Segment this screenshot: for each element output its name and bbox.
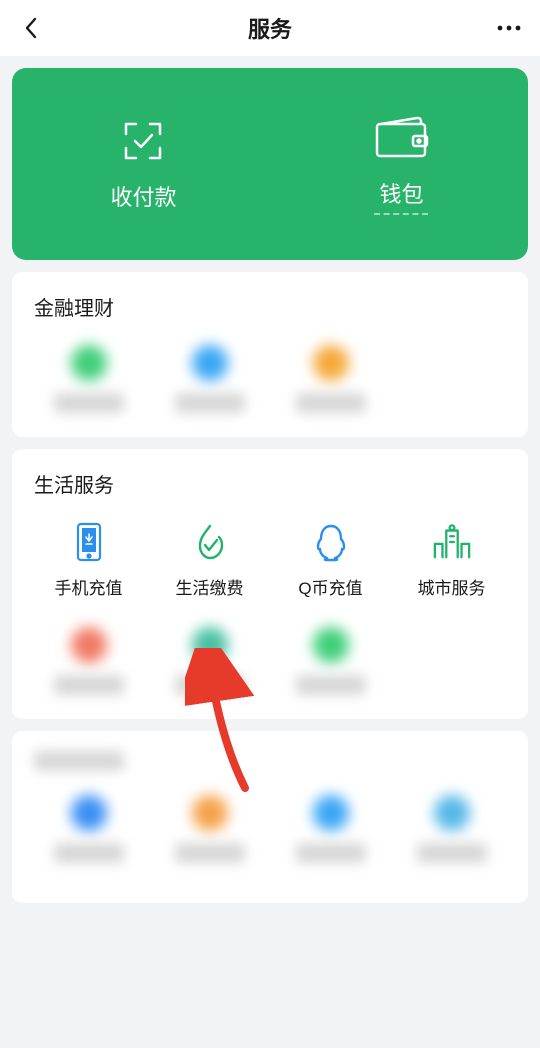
blurred-label [54,393,124,413]
blurred-label [175,393,245,413]
city-services-button[interactable]: 城市服务 [402,522,502,599]
bottom-item-blurred[interactable] [39,795,139,863]
life-item-blurred[interactable] [39,627,139,695]
finance-item-blurred [402,345,502,413]
blurred-icon [313,627,349,663]
blurred-label [175,843,245,863]
pay-receive-label: 收付款 [110,180,176,212]
life-item-blurred[interactable] [281,627,381,695]
blurred-label [34,751,124,771]
blurred-label [296,675,366,695]
header-bar: 服务 [0,0,540,56]
pay-receive-button[interactable]: 收付款 [110,116,176,212]
city-buildings-icon [432,522,472,562]
more-icon[interactable] [494,25,524,31]
blurred-icon [434,795,470,831]
life-item-blurred[interactable] [160,627,260,695]
qcoin-topup-label: Q币充值 [298,574,362,599]
blurred-label [296,393,366,413]
blurred-label [296,843,366,863]
blurred-label [175,675,245,695]
blurred-icon [313,795,349,831]
qq-penguin-icon [311,522,351,562]
wallet-underline [374,213,428,215]
utility-bills-button[interactable]: 生活缴费 [160,522,260,599]
city-services-label: 城市服务 [418,574,486,599]
blurred-icon [192,345,228,381]
qcoin-topup-button[interactable]: Q币充值 [281,522,381,599]
blurred-icon [192,795,228,831]
payment-wallet-card: 收付款 钱包 [12,68,528,260]
blurred-icon [313,345,349,381]
pay-receive-icon [118,116,168,166]
wallet-icon [373,113,429,163]
blurred-icon [71,795,107,831]
blurred-label [54,675,124,695]
finance-section-title: 金融理财 [28,292,512,321]
blurred-label [54,843,124,863]
blurred-icon [71,345,107,381]
blurred-icon [71,627,107,663]
mobile-topup-button[interactable]: 手机充值 [39,522,139,599]
life-section-title: 生活服务 [28,469,512,498]
finance-section: 金融理财 [12,272,528,437]
blurred-icon [192,627,228,663]
bottom-item-blurred[interactable] [281,795,381,863]
flame-check-icon [190,522,230,562]
bottom-item-blurred[interactable] [402,795,502,863]
blurred-label [417,843,487,863]
mobile-topup-label: 手机充值 [55,574,123,599]
life-item-blurred [402,627,502,695]
back-icon[interactable] [16,17,46,39]
page-title: 服务 [46,12,494,44]
wallet-label: 钱包 [379,177,423,209]
utility-bills-label: 生活缴费 [176,574,244,599]
bottom-item-blurred[interactable] [160,795,260,863]
wallet-button[interactable]: 钱包 [373,113,429,215]
finance-item-blurred[interactable] [39,345,139,413]
bottom-section-partial [12,731,528,903]
blurred-section-title [28,751,512,771]
finance-item-blurred[interactable] [160,345,260,413]
life-services-section: 生活服务 手机充值 生活缴费 [12,449,528,719]
phone-icon [69,522,109,562]
finance-item-blurred[interactable] [281,345,381,413]
